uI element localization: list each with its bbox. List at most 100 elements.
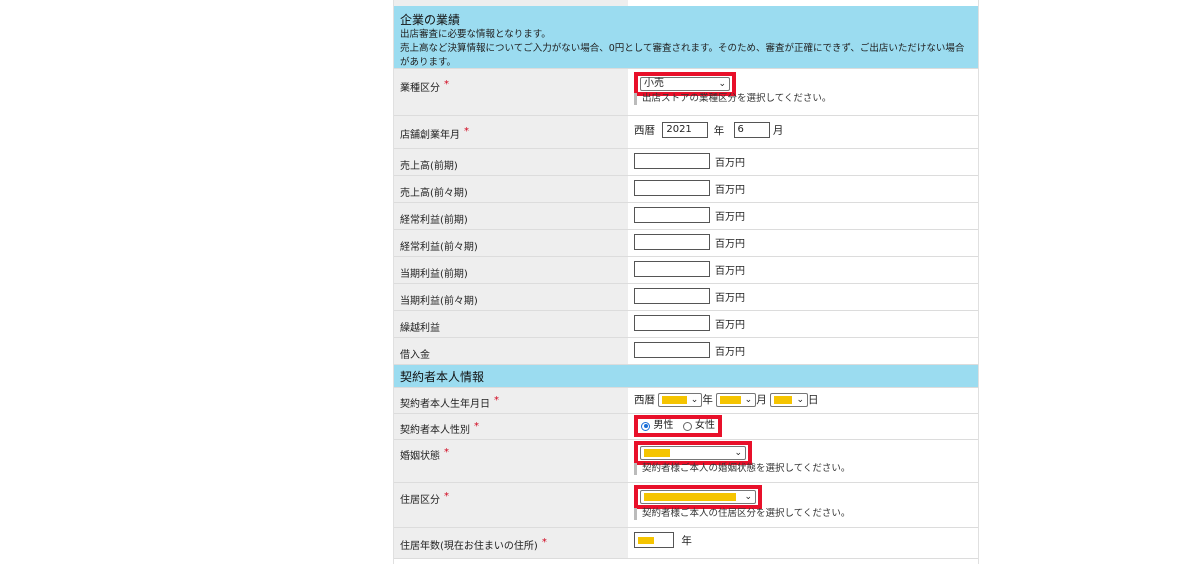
redaction-mark <box>638 537 654 544</box>
unit-label: 百万円 <box>715 265 745 277</box>
business-type-select[interactable]: 小売 ⌄ <box>640 77 730 91</box>
required-mark: * <box>444 491 449 502</box>
financial-row: 当期利益(前々期) 百万円 <box>394 284 978 311</box>
sales-prev-input[interactable] <box>634 153 710 169</box>
financial-label: 売上高(前期) <box>400 161 458 172</box>
unit-label: 百万円 <box>715 319 745 331</box>
gender-male-radio[interactable] <box>641 421 650 431</box>
value-cell: ⌄ 契約者様ご本人の婚姻状態を選択してください。 <box>628 440 978 482</box>
label-cell: 売上高(前々期) <box>394 176 628 202</box>
highlight-box-gender: 男性 女性 <box>634 415 723 437</box>
redaction-mark <box>644 449 670 457</box>
value-cell: 百万円 <box>628 149 978 175</box>
section-title-company: 企業の業績 <box>400 13 461 27</box>
ordinary-profit-prev-input[interactable] <box>634 207 710 223</box>
retained-earnings-input[interactable] <box>634 315 710 331</box>
row-business-type: 業種区分 * 小売 ⌄ 出店ストアの業種区分を選択してください。 <box>394 69 978 116</box>
founding-month-input[interactable]: 6 <box>733 122 770 138</box>
highlight-box-residence: ⌄ <box>634 485 762 509</box>
value-cell: 年 <box>628 528 978 558</box>
founding-year-input[interactable]: 2021 <box>662 122 709 138</box>
label-cell: 契約者本人性別 * <box>394 414 628 439</box>
financial-label: 経常利益(前々期) <box>400 242 478 253</box>
required-mark: * <box>444 79 449 90</box>
financial-row: 借入金 百万円 <box>394 338 978 365</box>
label-cell: 繰越利益 <box>394 311 628 337</box>
sales-prev2-input[interactable] <box>634 180 710 196</box>
birth-year-unit: 年 <box>702 394 713 406</box>
gender-male-label[interactable]: 男性 <box>653 420 673 431</box>
label-cell: 住居区分 * <box>394 483 628 527</box>
label-cell: 店舗創業年月 * <box>394 116 628 148</box>
required-mark: * <box>541 537 547 548</box>
redaction-mark <box>662 395 687 404</box>
founding-label: 店舗創業年月 <box>400 130 460 141</box>
unit-label: 百万円 <box>715 238 745 250</box>
value-cell: 百万円 <box>628 257 978 283</box>
value-cell: 百万円 <box>628 284 978 310</box>
financial-label: 繰越利益 <box>400 323 440 334</box>
label-cell: 経常利益(前々期) <box>394 230 628 256</box>
birth-year-select[interactable]: ⌄ <box>658 392 703 407</box>
value-cell: 百万円 <box>628 203 978 229</box>
birth-day-select[interactable]: ⌄ <box>770 392 809 407</box>
label-cell: 経常利益(前期) <box>394 203 628 229</box>
business-type-value: 小売 <box>644 78 664 89</box>
residence-years-unit: 年 <box>681 534 692 547</box>
financial-row: 経常利益(前々期) 百万円 <box>394 230 978 257</box>
business-type-label: 業種区分 <box>400 83 440 94</box>
value-cell: 西暦 2021 年 6 月 <box>628 116 978 148</box>
birthdate-label: 契約者本人生年月日 <box>400 399 490 410</box>
birth-month-select[interactable]: ⌄ <box>716 392 757 407</box>
value-cell: 百万円 <box>628 230 978 256</box>
value-cell: 男性 女性 <box>628 414 978 439</box>
required-mark: * <box>464 126 469 137</box>
net-profit-prev2-input[interactable] <box>634 288 710 304</box>
financial-row: 売上高(前期) 百万円 <box>394 149 978 176</box>
value-cell: ⌄ 契約者様ご本人の住居区分を選択してください。 <box>628 483 978 527</box>
financial-row: 売上高(前々期) 百万円 <box>394 176 978 203</box>
redaction-mark <box>720 395 741 404</box>
required-mark: * <box>474 421 479 432</box>
financial-row: 経常利益(前期) 百万円 <box>394 203 978 230</box>
chevron-down-icon: ⌄ <box>744 492 752 502</box>
personal-info-header: 契約者本人情報 <box>394 365 978 388</box>
chevron-down-icon: ⌄ <box>744 394 753 405</box>
residence-years-input[interactable] <box>634 532 674 548</box>
redaction-mark <box>644 493 736 501</box>
marital-status-select[interactable]: ⌄ <box>640 446 746 460</box>
unit-label: 百万円 <box>715 157 745 169</box>
financial-label: 借入金 <box>400 350 430 361</box>
financial-row: 当期利益(前期) 百万円 <box>394 257 978 284</box>
label-cell: 当期利益(前期) <box>394 257 628 283</box>
founding-month-unit: 月 <box>772 124 784 137</box>
financial-label: 当期利益(前期) <box>400 269 468 280</box>
birthdate-era: 西暦 <box>634 394 655 406</box>
ordinary-profit-prev2-input[interactable] <box>634 234 710 250</box>
financial-label: 当期利益(前々期) <box>400 296 478 307</box>
chevron-down-icon: ⌄ <box>796 394 805 405</box>
value-cell: 百万円 <box>628 176 978 202</box>
borrowings-input[interactable] <box>634 342 710 358</box>
value-cell: 百万円 <box>628 311 978 337</box>
section-desc-line-3: があります。 <box>400 57 457 68</box>
net-profit-prev-input[interactable] <box>634 261 710 277</box>
unit-label: 百万円 <box>715 292 745 304</box>
business-type-note: 出店ストアの業種区分を選択してください。 <box>634 93 831 105</box>
top-strip <box>394 0 978 6</box>
marital-note: 契約者様ご本人の婚姻状態を選択してください。 <box>634 463 850 475</box>
row-gender: 契約者本人性別 * 男性 女性 <box>394 414 978 440</box>
unit-label: 百万円 <box>715 211 745 223</box>
residence-type-select[interactable]: ⌄ <box>640 490 756 504</box>
financial-label: 売上高(前々期) <box>400 188 468 199</box>
section-desc-line-1: 出店審査に必要な情報となります。 <box>400 29 551 40</box>
gender-female-label[interactable]: 女性 <box>695 420 715 431</box>
label-cell: 業種区分 * <box>394 69 628 115</box>
birth-month-unit: 月 <box>756 394 767 406</box>
label-cell: 契約者本人生年月日 * <box>394 388 628 413</box>
founding-era: 西暦 <box>634 124 655 137</box>
label-cell: 借入金 <box>394 338 628 364</box>
row-residence-years: 住居年数(現在お住まいの住所) * 年 <box>394 528 978 559</box>
gender-female-radio[interactable] <box>682 421 692 431</box>
value-cell: 百万円 <box>628 338 978 364</box>
